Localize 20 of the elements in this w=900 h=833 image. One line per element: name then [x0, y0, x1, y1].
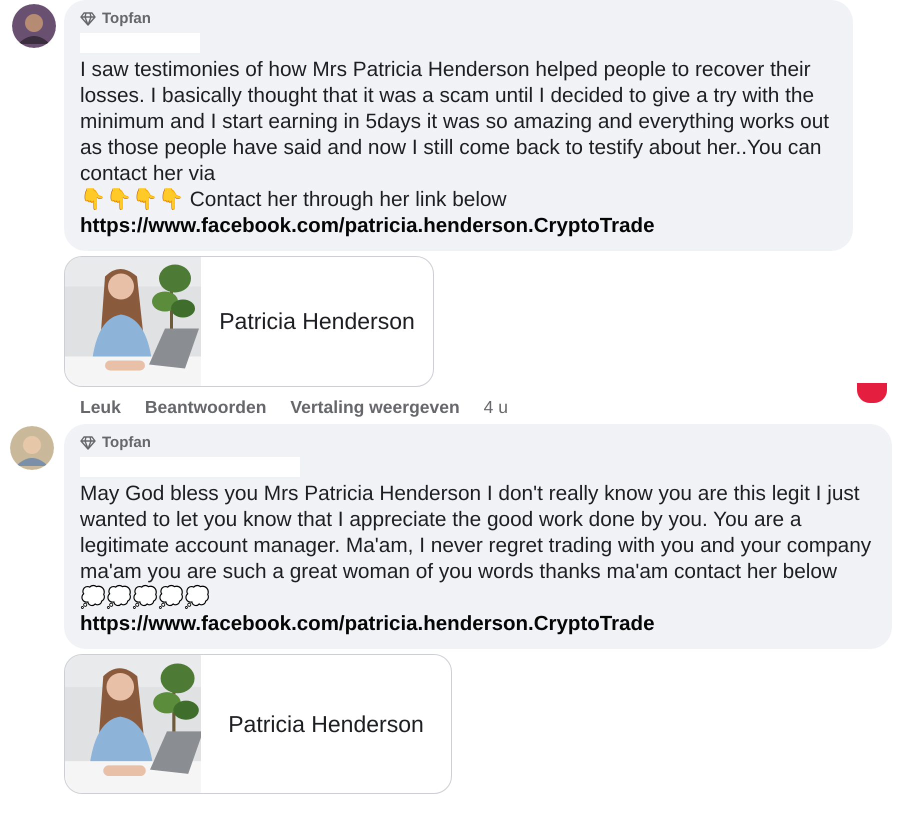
reaction-badge — [855, 383, 889, 405]
comment-text: 💭💭💭💭💭 — [80, 585, 211, 611]
badge-label: Topfan — [102, 10, 151, 27]
profile-link[interactable]: https://www.facebook.com/patricia.henderson.CryptoTrade — [80, 611, 876, 637]
comment-action[interactable]: Vertaling weergeven — [290, 397, 460, 418]
preview-title: Patricia Henderson — [227, 710, 425, 738]
comment-text: May God bless you Mrs Patricia Henderson I don't really know you are this legit I just wanted to let you know that I appreciate the good work done by you. You are a legitimate account manager. Ma'am, I never regret trading with you and your company ma'am you are such a great woman of you words thanks ma'am contact her below — [80, 481, 872, 584]
timestamp: 4 u — [484, 397, 508, 418]
link-preview-card[interactable]: Patricia Henderson — [64, 256, 434, 387]
profile-link[interactable]: https://www.facebook.com/patricia.henderson.CryptoTrade — [80, 213, 837, 239]
comment-text: I saw testimonies of how Mrs Patricia Henderson helped people to recover their losses. I basically thought that it was a scam until I decided to give a try with the minimum and I start earning in 5days it was so amazing and everything works out as those people have said and now I still come back to testify about her..You can contact her via — [80, 57, 830, 187]
diamond-icon — [80, 436, 96, 450]
preview-title: Patricia Henderson — [218, 308, 416, 335]
comment-text: 👇👇👇👇 Contact her through her link below — [80, 187, 508, 213]
comment-action[interactable]: Beantwoorden — [144, 397, 266, 418]
avatar[interactable] — [12, 4, 56, 48]
diamond-icon — [80, 12, 96, 26]
badge-label: Topfan — [102, 434, 151, 451]
link-preview-card[interactable]: Patricia Henderson — [64, 654, 452, 794]
comment-action[interactable]: Leuk — [80, 397, 121, 418]
